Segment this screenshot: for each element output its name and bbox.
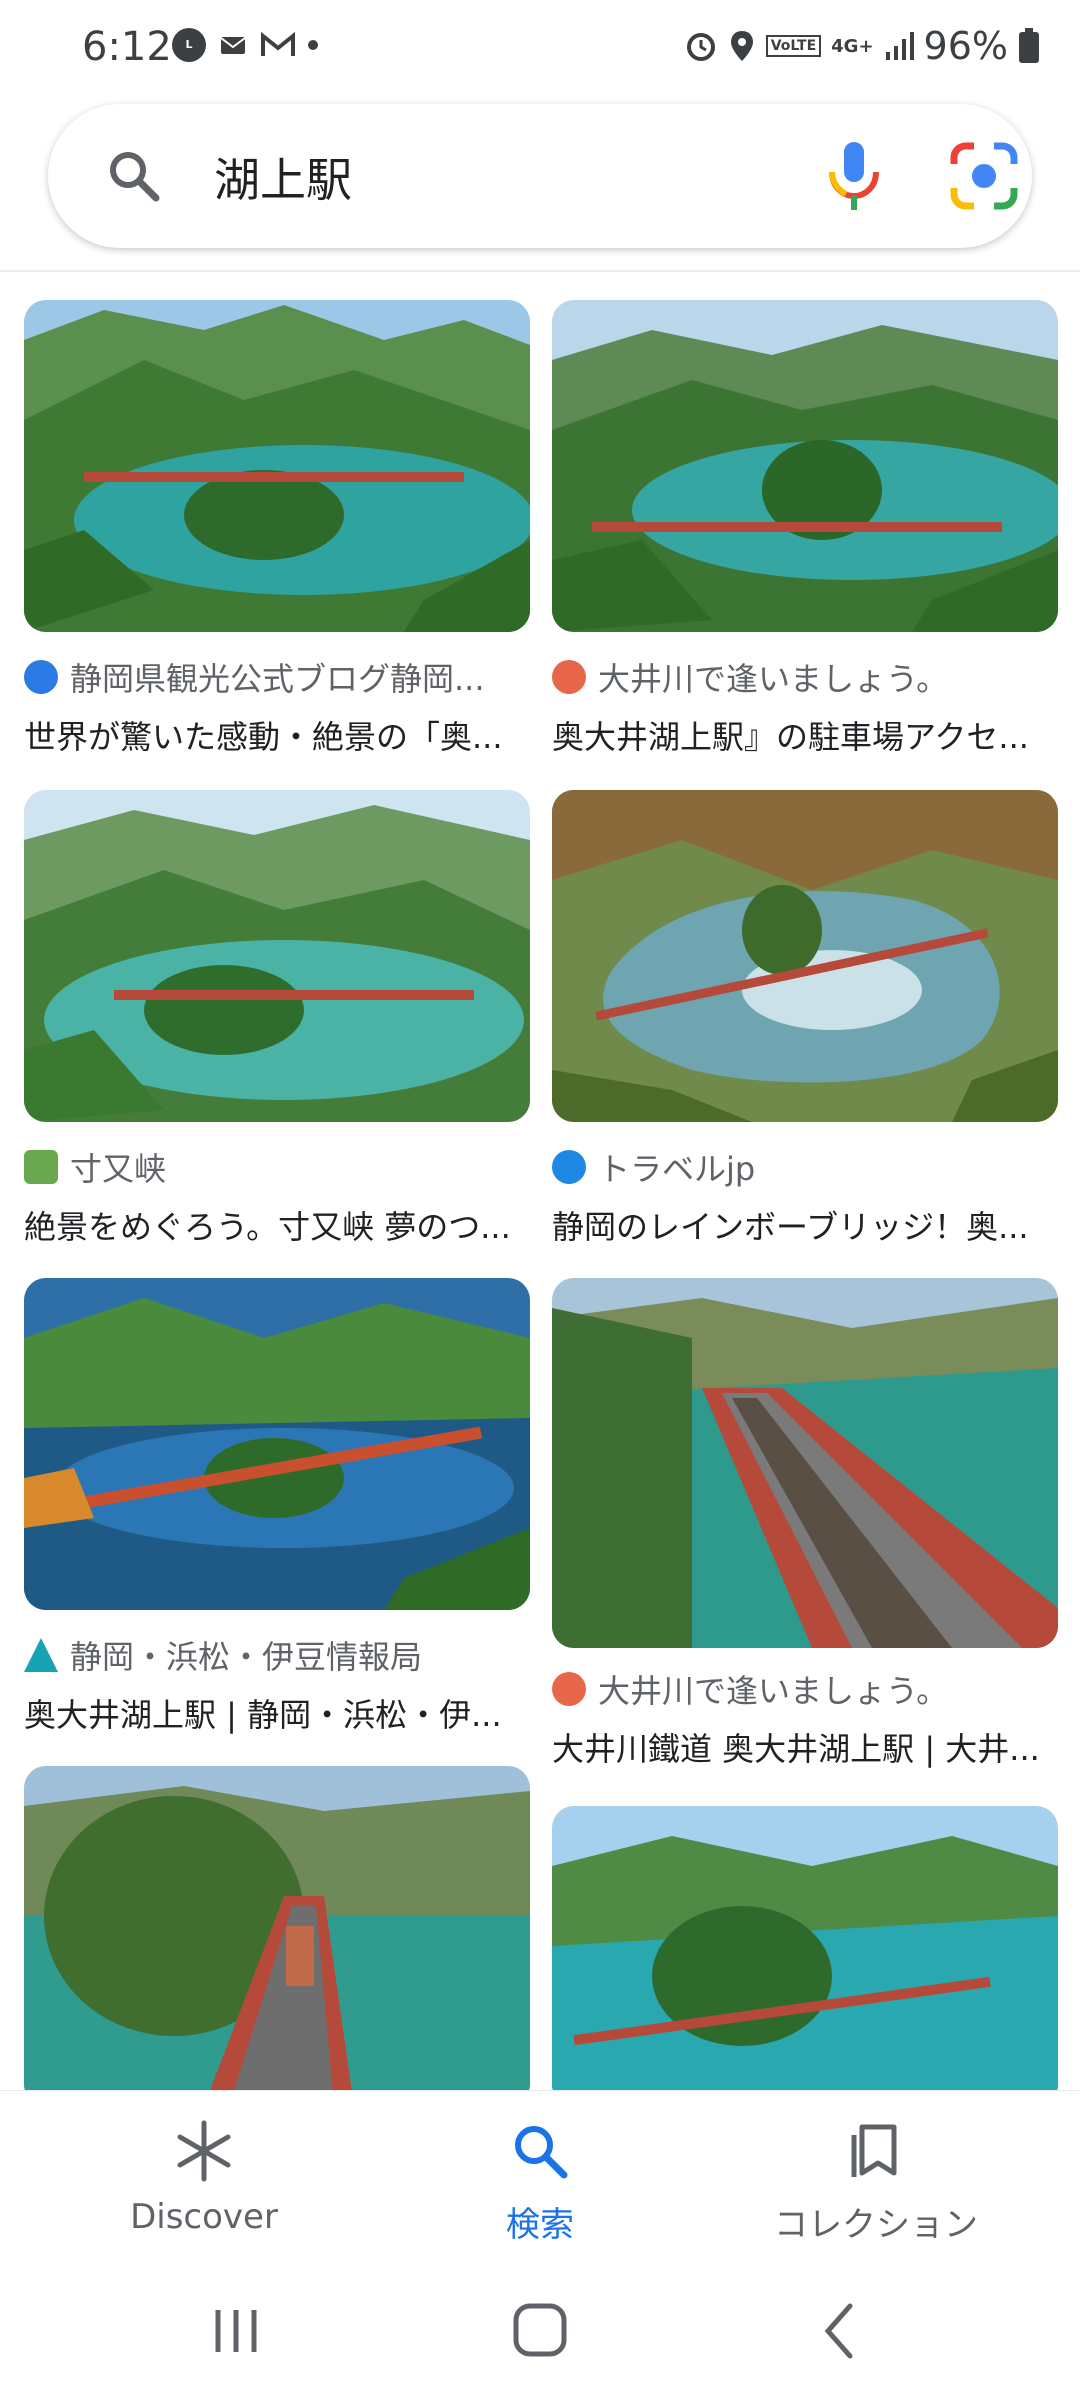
nav-discover-label: Discover — [130, 2197, 278, 2237]
source-name: 大井川で逢いましょう。 — [598, 1672, 949, 1710]
network-type: 4G+ — [831, 35, 874, 57]
nav-search[interactable]: 検索 — [390, 2119, 690, 2246]
location-icon — [730, 31, 753, 61]
back-icon[interactable] — [800, 2296, 880, 2366]
result-thumbnail[interactable] — [24, 790, 530, 1122]
bottom-navigation: Discover 検索 コレクション — [0, 2090, 1080, 2260]
line-app-icon: L — [172, 28, 206, 62]
signal-icon — [885, 32, 914, 60]
result-source[interactable]: トラベルjp — [552, 1144, 1058, 1190]
recent-apps-icon[interactable] — [196, 2296, 276, 2366]
result-source[interactable]: 寸又峡 — [24, 1144, 530, 1190]
site-favicon-icon — [552, 1672, 586, 1706]
search-icon[interactable] — [104, 146, 164, 206]
home-icon[interactable] — [500, 2296, 580, 2366]
nav-discover[interactable]: Discover — [54, 2119, 354, 2237]
status-time: 6:12 — [82, 24, 172, 70]
result-thumbnail[interactable] — [552, 1806, 1058, 2090]
notification-icons: L — [172, 28, 318, 62]
battery-icon — [1019, 28, 1039, 63]
status-bar: 6:12 L VoLTE 4G+ 96% — [0, 0, 1080, 96]
site-favicon-icon — [24, 660, 58, 694]
nav-collections[interactable]: コレクション — [726, 2119, 1026, 2246]
result-source[interactable]: 大井川で逢いましょう。 — [552, 654, 1058, 700]
result-title[interactable]: 大井川鐵道 奥大井湖上駅 | 大井... — [552, 1724, 1058, 1770]
result-thumbnail[interactable] — [552, 300, 1058, 632]
result-title[interactable]: 静岡のレインボーブリッジ！奥... — [552, 1202, 1058, 1248]
more-notifications-dot — [308, 40, 318, 50]
volte-badge: VoLTE — [765, 35, 822, 57]
result-thumbnail[interactable] — [24, 1766, 530, 2090]
status-right: VoLTE 4G+ 96% — [684, 24, 1040, 68]
result-thumbnail[interactable] — [552, 1278, 1058, 1648]
image-result[interactable]: 寸又峡 絶景をめぐろう。寸又峡 夢のつ... — [24, 790, 530, 1248]
result-title[interactable]: 絶景をめぐろう。寸又峡 夢のつ... — [24, 1202, 530, 1248]
image-result[interactable]: 大井川で逢いましょう。 奥大井湖上駅』の駐車場アクセ... — [552, 300, 1058, 758]
alarm-icon — [686, 33, 715, 61]
result-title[interactable]: 奥大井湖上駅 | 静岡・浜松・伊... — [24, 1690, 530, 1736]
google-lens-icon[interactable] — [946, 138, 1022, 214]
result-thumbnail[interactable] — [552, 790, 1058, 1122]
result-thumbnail[interactable] — [24, 1278, 530, 1610]
source-name: 大井川で逢いましょう。 — [598, 660, 949, 698]
microphone-icon[interactable] — [818, 138, 890, 214]
image-result[interactable] — [24, 1766, 530, 2090]
image-result[interactable] — [552, 1806, 1058, 2090]
result-source[interactable]: 静岡県観光公式ブログ静岡... — [24, 654, 530, 700]
site-favicon-icon — [552, 1150, 586, 1184]
search-query[interactable]: 湖上駅 — [214, 144, 352, 210]
collections-bookmark-icon — [851, 2124, 897, 2177]
search-bar[interactable]: 湖上駅 — [48, 104, 1032, 248]
nav-search-label: 検索 — [506, 2205, 574, 2245]
source-name: 寸又峡 — [70, 1150, 167, 1188]
gmail-icon — [261, 31, 295, 56]
result-title[interactable]: 世界が驚いた感動・絶景の「奥... — [24, 712, 530, 758]
battery-percent: 96% — [923, 24, 1008, 68]
image-result[interactable]: トラベルjp 静岡のレインボーブリッジ！奥... — [552, 790, 1058, 1248]
site-favicon-icon — [24, 1638, 58, 1672]
discover-asterisk-icon — [177, 2120, 231, 2182]
source-name: トラベルjp — [598, 1150, 756, 1188]
result-title[interactable]: 奥大井湖上駅』の駐車場アクセ... — [552, 712, 1058, 758]
divider — [0, 270, 1080, 272]
result-source[interactable]: 静岡・浜松・伊豆情報局 — [24, 1632, 530, 1678]
image-result[interactable]: 大井川で逢いましょう。 大井川鐵道 奥大井湖上駅 | 大井... — [552, 1278, 1058, 1770]
site-favicon-icon — [552, 660, 586, 694]
site-favicon-icon — [24, 1150, 58, 1184]
result-thumbnail[interactable] — [24, 300, 530, 632]
image-result[interactable]: 静岡県観光公式ブログ静岡... 世界が驚いた感動・絶景の「奥... — [24, 300, 530, 758]
source-name: 静岡・浜松・伊豆情報局 — [70, 1638, 423, 1676]
system-navigation-bar — [0, 2260, 1080, 2400]
nav-collections-label: コレクション — [774, 2205, 978, 2245]
source-name: 静岡県観光公式ブログ静岡... — [70, 660, 485, 698]
search-icon — [515, 2126, 568, 2179]
mail-notification-icon — [220, 37, 246, 54]
result-source[interactable]: 大井川で逢いましょう。 — [552, 1666, 1058, 1712]
image-result[interactable]: 静岡・浜松・伊豆情報局 奥大井湖上駅 | 静岡・浜松・伊... — [24, 1278, 530, 1736]
